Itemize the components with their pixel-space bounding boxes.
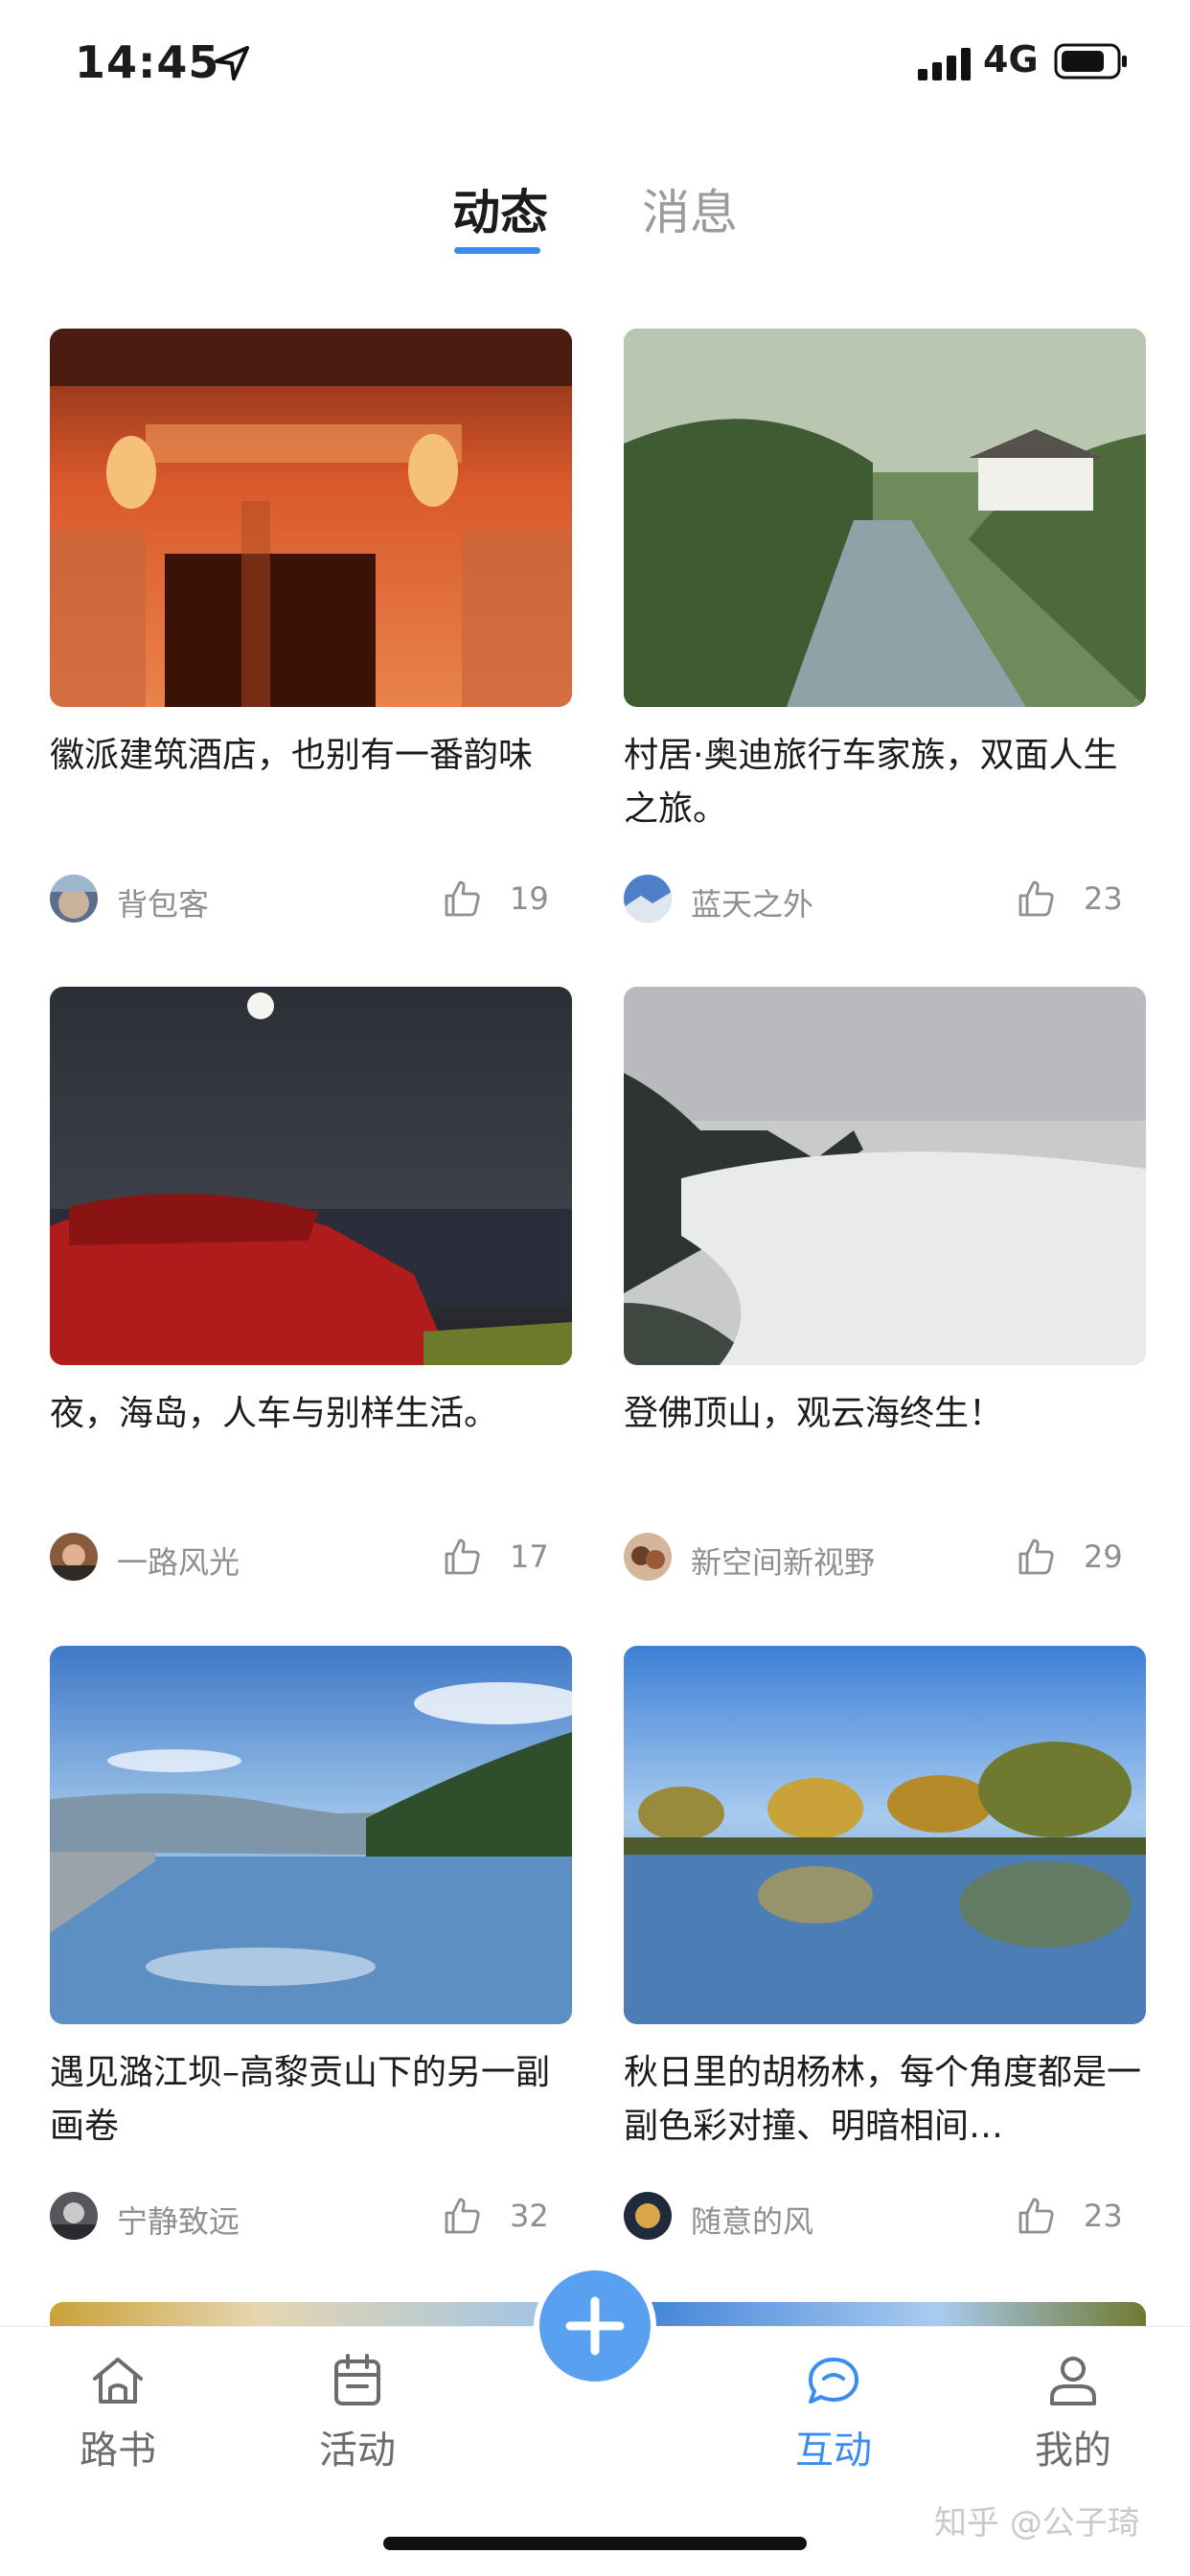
- chat-bubble-icon: [809, 2358, 858, 2404]
- tabbar-item-profile[interactable]: 我的: [996, 2350, 1150, 2474]
- network-type: 4G: [983, 38, 1039, 80]
- like-count: 32: [510, 2198, 549, 2234]
- post-card[interactable]: 村居·奥迪旅行车家族，双面人生之旅。 蓝天之外 23: [624, 329, 1146, 951]
- home-indicator[interactable]: [383, 2537, 807, 2550]
- calendar-icon: [334, 2354, 380, 2405]
- post-title[interactable]: 夜，海岛，人车与别样生活。: [50, 1387, 572, 1441]
- author-name[interactable]: 新空间新视野: [691, 1539, 875, 1583]
- watermark-text: 知乎 @公子琦: [934, 2504, 1140, 2542]
- avatar[interactable]: [50, 875, 98, 923]
- tabbar-label: 路书: [80, 2428, 156, 2473]
- home-icon: [93, 2358, 143, 2404]
- post-image[interactable]: [50, 1646, 572, 2024]
- battery-icon: [1054, 43, 1127, 80]
- thumbs-up-icon[interactable]: [443, 878, 483, 919]
- post-meta: 背包客 19: [50, 873, 572, 926]
- post-title[interactable]: 登佛顶山，观云海终生！: [624, 1387, 1146, 1441]
- post-meta: 宁静致远 32: [50, 2190, 572, 2244]
- thumbs-up-icon[interactable]: [1017, 878, 1057, 919]
- author-name[interactable]: 背包客: [117, 880, 209, 924]
- avatar[interactable]: [50, 2192, 98, 2240]
- like-count: 23: [1084, 880, 1123, 917]
- active-tab-indicator: [454, 247, 540, 254]
- like-count: 23: [1084, 2198, 1123, 2234]
- author-name[interactable]: 随意的风: [691, 2198, 813, 2242]
- status-time: 14:45: [75, 36, 220, 88]
- post-title[interactable]: 村居·奥迪旅行车家族，双面人生之旅。: [624, 729, 1146, 836]
- tabbar-label: 我的: [1035, 2428, 1111, 2473]
- post-meta: 一路风光 17: [50, 1531, 572, 1584]
- author-name[interactable]: 蓝天之外: [691, 880, 813, 924]
- post-image[interactable]: [50, 329, 572, 707]
- post-meta: 新空间新视野 29: [624, 1531, 1146, 1584]
- post-image[interactable]: [624, 1646, 1146, 2024]
- post-card[interactable]: 夜，海岛，人车与别样生活。 一路风光 17: [50, 987, 572, 1609]
- post-title[interactable]: 秋日里的胡杨林，每个角度都是一副色彩对撞、明暗相间…: [624, 2046, 1146, 2154]
- tab-feed[interactable]: 动态: [452, 174, 548, 243]
- like-count: 19: [510, 880, 549, 917]
- post-title[interactable]: 遇见潞江坝–高黎贡山下的另一副画卷: [50, 2046, 572, 2154]
- avatar[interactable]: [624, 2192, 672, 2240]
- tabbar-item-interaction[interactable]: 互动: [757, 2350, 910, 2474]
- tabbar-label: 活动: [319, 2428, 396, 2473]
- post-card[interactable]: 徽派建筑酒店，也别有一番韵味 背包客 19: [50, 329, 572, 951]
- like-count: 29: [1084, 1539, 1123, 1575]
- post-card[interactable]: 秋日里的胡杨林，每个角度都是一副色彩对撞、明暗相间… 随意的风 23: [624, 1646, 1146, 2268]
- post-image[interactable]: [624, 987, 1146, 1365]
- status-bar: 14:45 4G: [0, 0, 1190, 129]
- post-meta: 蓝天之外 23: [624, 873, 1146, 926]
- tabbar-item-activities[interactable]: 活动: [281, 2350, 434, 2474]
- thumbs-up-icon[interactable]: [1017, 1537, 1057, 1577]
- author-name[interactable]: 一路风光: [117, 1539, 240, 1583]
- author-name[interactable]: 宁静致远: [117, 2198, 240, 2242]
- like-count: 17: [510, 1539, 549, 1575]
- post-meta: 随意的风 23: [624, 2190, 1146, 2244]
- location-arrow-icon: [215, 46, 249, 80]
- tabbar-item-roadbook[interactable]: 路书: [41, 2350, 195, 2474]
- thumbs-up-icon[interactable]: [1017, 2196, 1057, 2236]
- add-post-button[interactable]: [539, 2270, 651, 2382]
- avatar[interactable]: [624, 1533, 672, 1581]
- tabbar-label: 互动: [795, 2428, 872, 2473]
- post-card[interactable]: 遇见潞江坝–高黎贡山下的另一副画卷 宁静致远 32: [50, 1646, 572, 2268]
- cellular-signal-icon: [918, 48, 971, 80]
- post-card[interactable]: 登佛顶山，观云海终生！ 新空间新视野 29: [624, 987, 1146, 1609]
- user-icon: [1050, 2357, 1096, 2405]
- post-title[interactable]: 徽派建筑酒店，也别有一番韵味: [50, 729, 572, 783]
- plus-icon: [565, 2296, 625, 2356]
- tab-messages[interactable]: 消息: [642, 174, 738, 243]
- avatar[interactable]: [50, 1533, 98, 1581]
- thumbs-up-icon[interactable]: [443, 2196, 483, 2236]
- avatar[interactable]: [624, 875, 672, 923]
- post-image[interactable]: [50, 987, 572, 1365]
- post-image[interactable]: [624, 329, 1146, 707]
- thumbs-up-icon[interactable]: [443, 1537, 483, 1577]
